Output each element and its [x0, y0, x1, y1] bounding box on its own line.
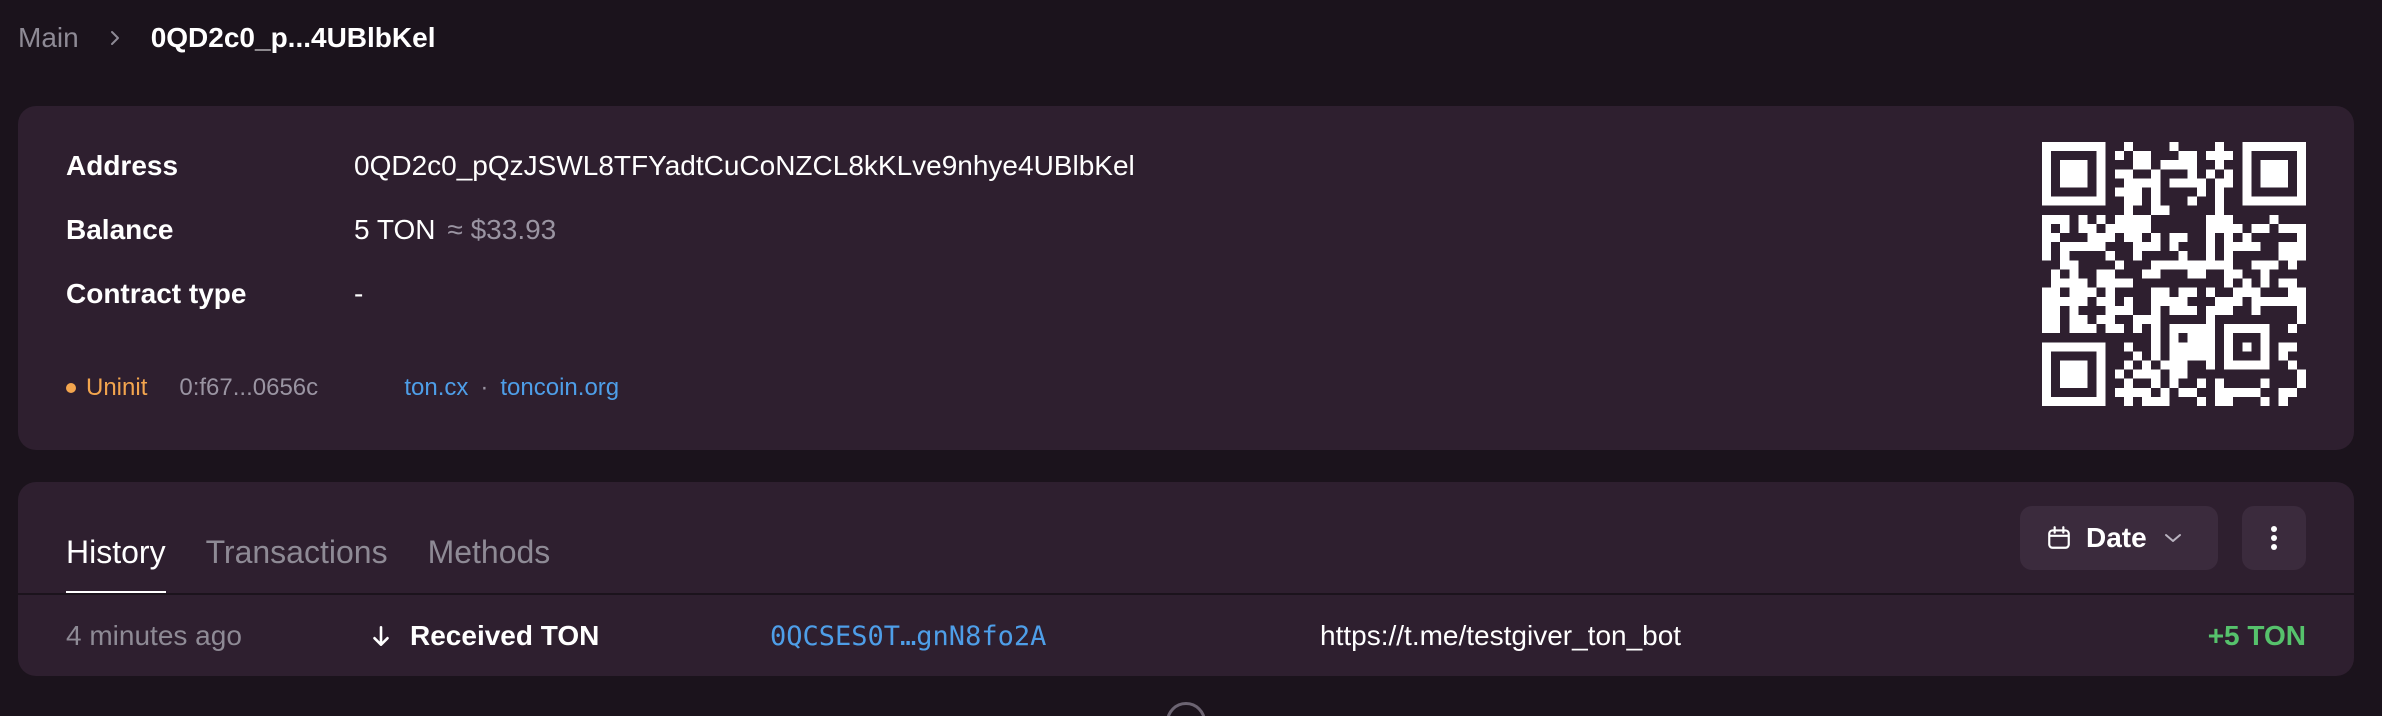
tab-methods[interactable]: Methods — [428, 512, 551, 592]
qr-code-icon — [2042, 142, 2306, 406]
tx-amount: +5 TON — [2207, 620, 2306, 651]
tab-history[interactable]: History — [66, 512, 166, 594]
history-tabs: History Transactions Methods — [66, 512, 551, 594]
tabs-divider — [18, 593, 2354, 595]
address-label: Address — [66, 150, 179, 181]
arrow-down-icon — [373, 626, 389, 646]
date-filter-button[interactable]: Date — [2020, 506, 2218, 570]
account-info-card: Address 0QD2c0_pQzJSWL8TFYadtCuCoNZCL8kK… — [18, 106, 2354, 450]
raw-address[interactable]: 0:f67...0656c — [179, 374, 404, 402]
history-card: History Transactions Methods Date 4 minu… — [18, 482, 2354, 676]
table-row[interactable]: 4 minutes ago Received TON 0QCSES0T…gnN8… — [18, 596, 2354, 676]
tx-type-label: Received TON — [410, 620, 600, 651]
more-vertical-icon — [2271, 526, 2277, 550]
link-toncoin-org[interactable]: toncoin.org — [500, 374, 619, 402]
balance-label: Balance — [66, 214, 174, 245]
link-ton-cx[interactable]: ton.cx — [404, 374, 468, 402]
status-dot-icon — [66, 383, 76, 393]
balance-row: Balance 5 TON ≈ $33.93 — [66, 210, 556, 250]
more-options-button[interactable] — [2242, 506, 2306, 570]
link-separator: · — [480, 374, 489, 401]
tx-time: 4 minutes ago — [66, 620, 242, 651]
tx-comment: https://t.me/testgiver_ton_bot — [1320, 620, 1682, 651]
tx-type: Received TON — [368, 620, 599, 652]
address-value[interactable]: 0QD2c0_pQzJSWL8TFYadtCuCoNZCL8kKLve9nhye… — [354, 150, 1135, 182]
contract-type-row: Contract type - — [66, 274, 363, 314]
tx-address-link[interactable]: 0QCSES0T…gnN8fo2A — [770, 621, 1046, 652]
breadcrumb: Main 0QD2c0_p...4UBlbKel — [18, 18, 435, 58]
contract-type-value: - — [354, 278, 364, 309]
status-row: Uninit 0:f67...0656c ton.cx · toncoin.or… — [66, 368, 619, 408]
chevron-right-icon — [110, 31, 119, 45]
address-row: Address 0QD2c0_pQzJSWL8TFYadtCuCoNZCL8kK… — [66, 146, 1135, 186]
calendar-icon — [2048, 526, 2070, 549]
loading-spinner-icon — [1166, 702, 1206, 716]
contract-type-label: Contract type — [66, 278, 247, 309]
tab-transactions[interactable]: Transactions — [206, 512, 388, 592]
breadcrumb-current: 0QD2c0_p...4UBlbKel — [150, 22, 436, 53]
balance-usd: ≈ $33.93 — [447, 214, 557, 245]
date-filter-label: Date — [2086, 522, 2147, 553]
status-badge: Uninit — [86, 374, 148, 401]
balance-value: 5 TON — [354, 214, 436, 245]
breadcrumb-main-link[interactable]: Main — [18, 22, 79, 54]
chevron-down-icon — [2164, 534, 2181, 542]
